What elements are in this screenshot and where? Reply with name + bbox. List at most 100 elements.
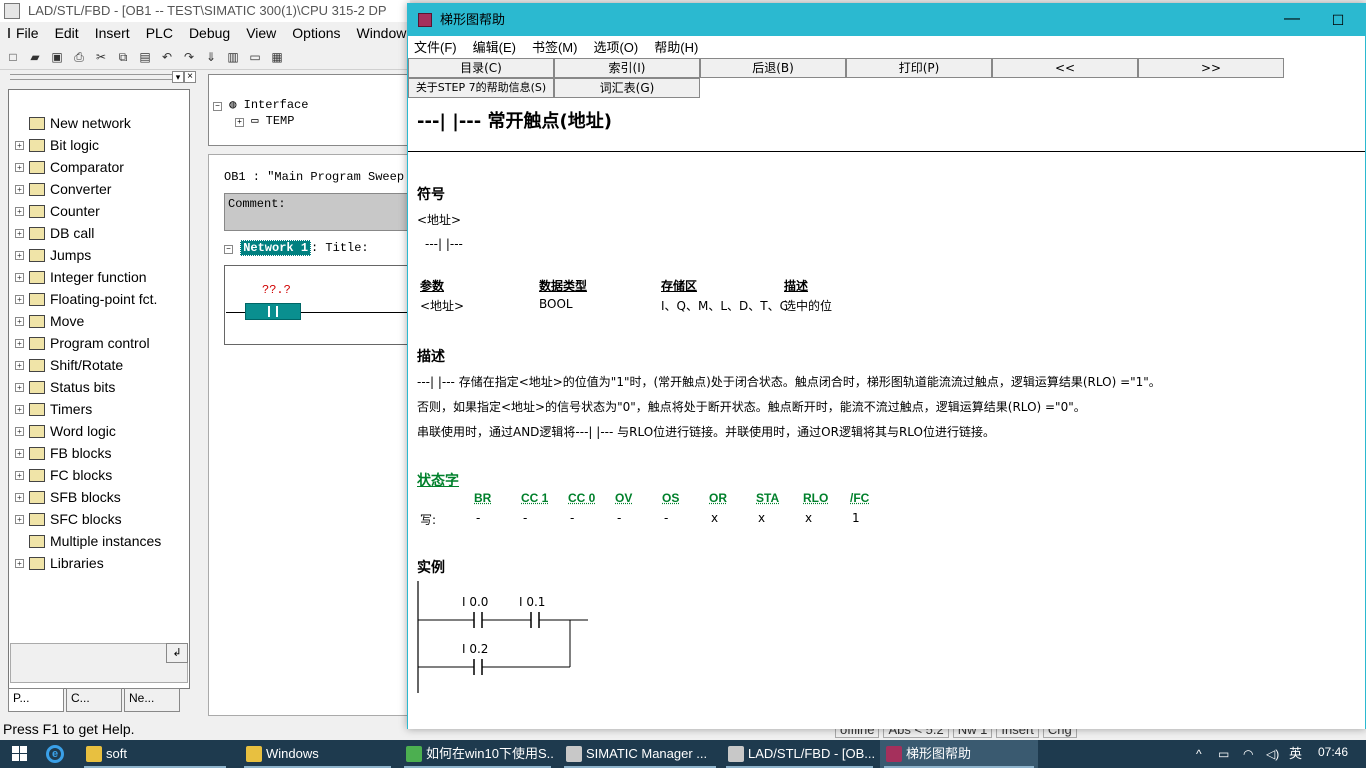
wifi-icon[interactable]: ◠: [1243, 740, 1253, 768]
status-word-link[interactable]: 状态字: [417, 470, 459, 490]
taskbar-item[interactable]: 梯形图帮助: [880, 740, 1038, 768]
arrange-icon[interactable]: ▦: [268, 48, 286, 66]
cut-icon[interactable]: ✂: [92, 48, 110, 66]
tree-item[interactable]: + Jumps: [9, 244, 91, 266]
tree-item[interactable]: Multiple instances: [9, 530, 161, 552]
status-bit-header[interactable]: BR: [474, 491, 491, 505]
help-menu-bookmark[interactable]: 书签(M): [532, 37, 578, 56]
program-elements-tree[interactable]: New network + Bit logic + Comparator + Convert…: [8, 89, 190, 689]
prev-topic-button[interactable]: <<: [992, 58, 1138, 78]
tab-call-structure[interactable]: C...: [66, 688, 122, 712]
expand-icon[interactable]: +: [15, 206, 24, 216]
tray-chevron-icon[interactable]: ^: [1196, 740, 1202, 768]
tree-item[interactable]: + Libraries: [9, 552, 104, 574]
help-menu-options[interactable]: 选项(O): [593, 37, 638, 56]
expand-icon[interactable]: +: [15, 228, 24, 238]
undo-icon[interactable]: ↶: [158, 48, 176, 66]
expand-icon[interactable]: +: [15, 294, 24, 304]
tree-item[interactable]: + Timers: [9, 398, 92, 420]
maximize-icon[interactable]: ☐: [1323, 4, 1353, 36]
temp-node[interactable]: + ▭ TEMP: [235, 113, 294, 128]
expand-icon[interactable]: +: [15, 492, 24, 502]
network-header[interactable]: − Network 1: Title:: [224, 240, 369, 256]
status-bit-header[interactable]: CC 0: [568, 491, 595, 505]
download-icon[interactable]: ⇓: [202, 48, 220, 66]
menu-options[interactable]: Options: [292, 25, 340, 41]
tree-item[interactable]: + FC blocks: [9, 464, 112, 486]
status-bit-header[interactable]: OR: [709, 491, 727, 505]
tree-item[interactable]: + Move: [9, 310, 84, 332]
tree-item[interactable]: + FB blocks: [9, 442, 111, 464]
expand-icon[interactable]: +: [15, 316, 24, 326]
taskbar-item[interactable]: SIMATIC Manager ...: [560, 740, 720, 768]
menu-insert[interactable]: Insert: [95, 25, 130, 41]
code-area[interactable]: [208, 154, 410, 716]
back-button[interactable]: 后退(B): [700, 58, 846, 78]
status-bit-header[interactable]: STA: [756, 491, 779, 505]
help-menu-edit[interactable]: 编辑(E): [473, 37, 516, 56]
expand-icon[interactable]: +: [15, 514, 24, 524]
expand-icon[interactable]: +: [15, 162, 24, 172]
tab-program-elements[interactable]: P...: [8, 688, 64, 712]
tree-item[interactable]: + Bit logic: [9, 134, 99, 156]
tree-item[interactable]: + Status bits: [9, 376, 115, 398]
menu-plc[interactable]: PLC: [146, 25, 173, 41]
tree-item[interactable]: New network: [9, 112, 131, 134]
windows-start-icon[interactable]: [12, 746, 28, 762]
print-icon[interactable]: ⎙: [70, 48, 88, 66]
expand-icon[interactable]: +: [15, 360, 24, 370]
new-file-icon[interactable]: □: [4, 48, 22, 66]
status-bit-header[interactable]: RLO: [803, 491, 828, 505]
tree-item[interactable]: + Comparator: [9, 156, 124, 178]
contents-button[interactable]: 目录(C): [408, 58, 554, 78]
copy-icon[interactable]: ⧉: [114, 48, 132, 66]
tree-item[interactable]: + DB call: [9, 222, 94, 244]
expand-icon[interactable]: +: [15, 338, 24, 348]
expand-icon[interactable]: +: [15, 404, 24, 414]
tree-item[interactable]: + Floating-point fct.: [9, 288, 157, 310]
insert-element-icon[interactable]: ↲: [166, 643, 188, 663]
taskbar-item[interactable]: soft: [80, 740, 230, 768]
tree-item[interactable]: + Word logic: [9, 420, 116, 442]
tree-item[interactable]: + Counter: [9, 200, 100, 222]
comment-box[interactable]: Comment:: [224, 193, 410, 231]
index-button[interactable]: 索引(I): [554, 58, 700, 78]
taskbar-item[interactable]: Windows: [240, 740, 395, 768]
print-button[interactable]: 打印(P): [846, 58, 992, 78]
expand-icon[interactable]: +: [15, 382, 24, 392]
save-icon[interactable]: ▣: [48, 48, 66, 66]
status-bit-header[interactable]: OS: [662, 491, 679, 505]
ie-browser-icon[interactable]: e: [46, 745, 64, 763]
panel-dropdown-icon[interactable]: ▾: [172, 71, 184, 83]
expand-icon[interactable]: +: [15, 140, 24, 150]
contact-symbol[interactable]: [245, 303, 301, 320]
help-titlebar[interactable]: 梯形图帮助 — ☐: [408, 4, 1365, 36]
lad-editor-titlebar[interactable]: LAD/STL/FBD - [OB1 -- TEST\SIMATIC 300(1…: [0, 0, 410, 22]
interface-node[interactable]: − ◍ Interface: [213, 97, 308, 112]
help-menu-help[interactable]: 帮助(H): [654, 37, 698, 56]
tree-item[interactable]: + Shift/Rotate: [9, 354, 123, 376]
status-bit-header[interactable]: /FC: [850, 491, 869, 505]
ime-indicator[interactable]: 英: [1289, 740, 1302, 768]
menu-file[interactable]: File: [16, 25, 39, 41]
tree-item[interactable]: + Integer function: [9, 266, 147, 288]
about-step7-help-button[interactable]: 关于STEP 7的帮助信息(S): [408, 78, 554, 98]
tree-item[interactable]: + Program control: [9, 332, 150, 354]
expand-icon[interactable]: +: [15, 558, 24, 568]
taskbar-item[interactable]: LAD/STL/FBD - [OB...: [722, 740, 877, 768]
window-icon[interactable]: ▭: [246, 48, 264, 66]
panel-close-icon[interactable]: ×: [184, 71, 196, 83]
panel-grip[interactable]: [10, 74, 190, 80]
network-label[interactable]: Network 1: [240, 240, 312, 256]
monitor-icon[interactable]: ▥: [224, 48, 242, 66]
volume-icon[interactable]: ◁): [1266, 740, 1279, 768]
redo-icon[interactable]: ↷: [180, 48, 198, 66]
glossary-button[interactable]: 词汇表(G): [554, 78, 700, 98]
open-folder-icon[interactable]: ▰: [26, 48, 44, 66]
expand-icon[interactable]: +: [15, 272, 24, 282]
minimize-icon[interactable]: —: [1277, 4, 1307, 36]
menu-window[interactable]: Window: [357, 25, 407, 41]
window-menu-icon[interactable]: [8, 28, 10, 38]
paste-icon[interactable]: ▤: [136, 48, 154, 66]
menu-edit[interactable]: Edit: [55, 25, 79, 41]
